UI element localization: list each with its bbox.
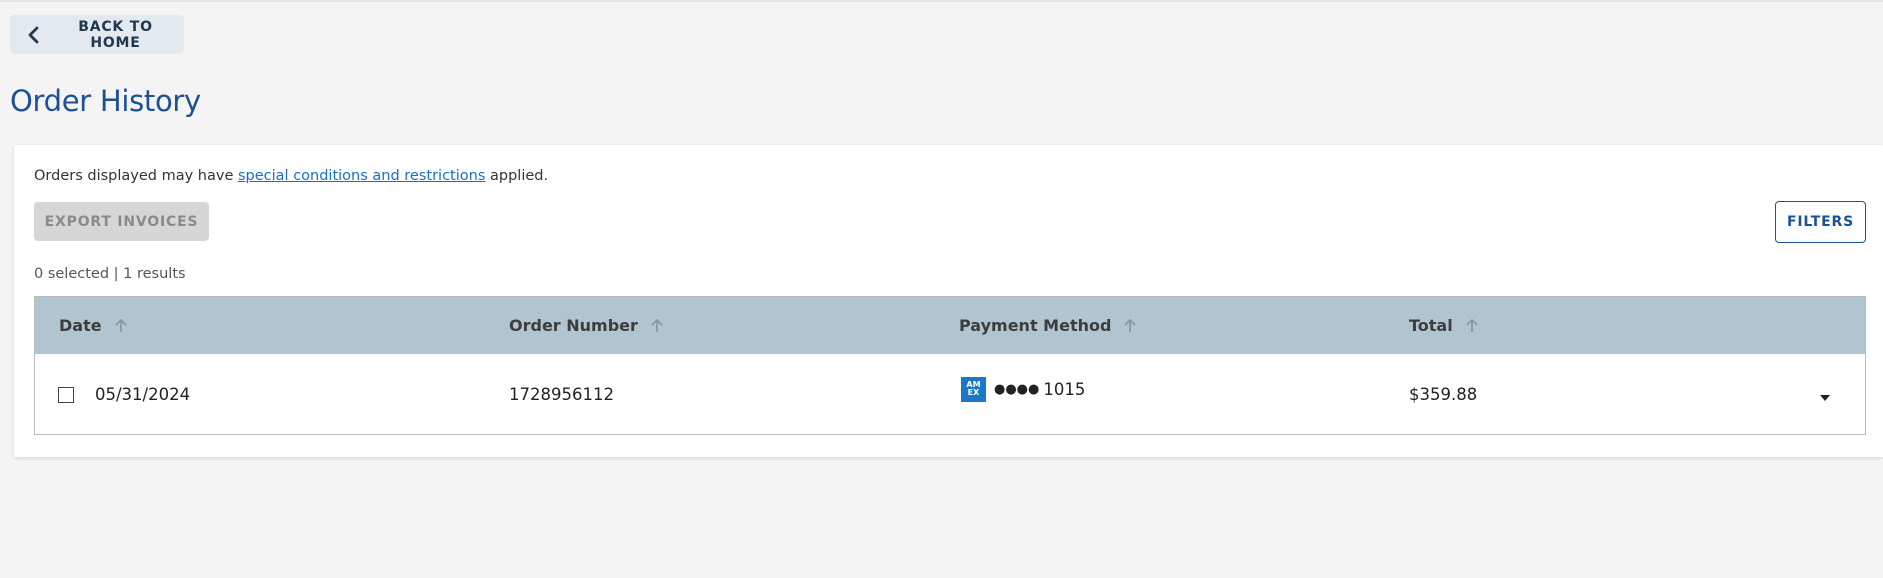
order-date: 05/31/2024 xyxy=(95,384,191,404)
caret-down-icon[interactable] xyxy=(1818,388,1832,401)
row-select-checkbox[interactable] xyxy=(58,387,74,403)
column-header-total-label: Total xyxy=(1409,316,1453,335)
conditions-notice: Orders displayed may have special condit… xyxy=(34,168,548,184)
sort-arrow-up-icon xyxy=(1123,318,1137,333)
table-row[interactable]: 05/31/2024 1728956112 AM EX ●●●● 1015 $3… xyxy=(35,354,1865,434)
notice-prefix: Orders displayed may have xyxy=(34,168,238,184)
chevron-left-icon xyxy=(27,26,41,44)
filters-button[interactable]: FILTERS xyxy=(1775,201,1866,243)
column-header-date-label: Date xyxy=(59,316,102,335)
orders-table: Date Order Number Payment Method Total 0… xyxy=(34,296,1866,435)
column-header-order-number-label: Order Number xyxy=(509,316,638,335)
sort-arrow-up-icon xyxy=(650,318,664,333)
card-mask: ●●●● xyxy=(994,381,1040,397)
notice-suffix: applied. xyxy=(485,168,549,184)
back-to-home-label: BACK TO HOME xyxy=(78,18,153,51)
column-header-payment-method[interactable]: Payment Method xyxy=(959,297,1137,354)
column-header-total[interactable]: Total xyxy=(1409,297,1479,354)
results-summary: 0 selected | 1 results xyxy=(34,266,186,282)
amex-card-icon: AM EX xyxy=(961,376,986,402)
column-header-payment-method-label: Payment Method xyxy=(959,316,1112,335)
conditions-link[interactable]: special conditions and restrictions xyxy=(238,168,485,184)
card-last4: 1015 xyxy=(1043,379,1086,399)
sort-arrow-up-icon xyxy=(114,318,128,333)
payment-method: AM EX ●●●● 1015 xyxy=(961,349,1085,429)
column-header-order-number[interactable]: Order Number xyxy=(509,297,664,354)
export-invoices-button[interactable]: EXPORT INVOICES xyxy=(34,202,209,241)
order-history-card: Orders displayed may have special condit… xyxy=(14,145,1883,457)
back-to-home-button[interactable]: BACK TO HOME xyxy=(10,15,184,54)
top-divider xyxy=(0,0,1883,2)
sort-arrow-up-icon xyxy=(1465,318,1479,333)
column-header-date[interactable]: Date xyxy=(59,297,128,354)
order-total: $359.88 xyxy=(1409,384,1478,404)
order-number: 1728956112 xyxy=(509,384,614,404)
page-title: Order History xyxy=(10,84,201,118)
table-header: Date Order Number Payment Method Total xyxy=(35,297,1865,354)
